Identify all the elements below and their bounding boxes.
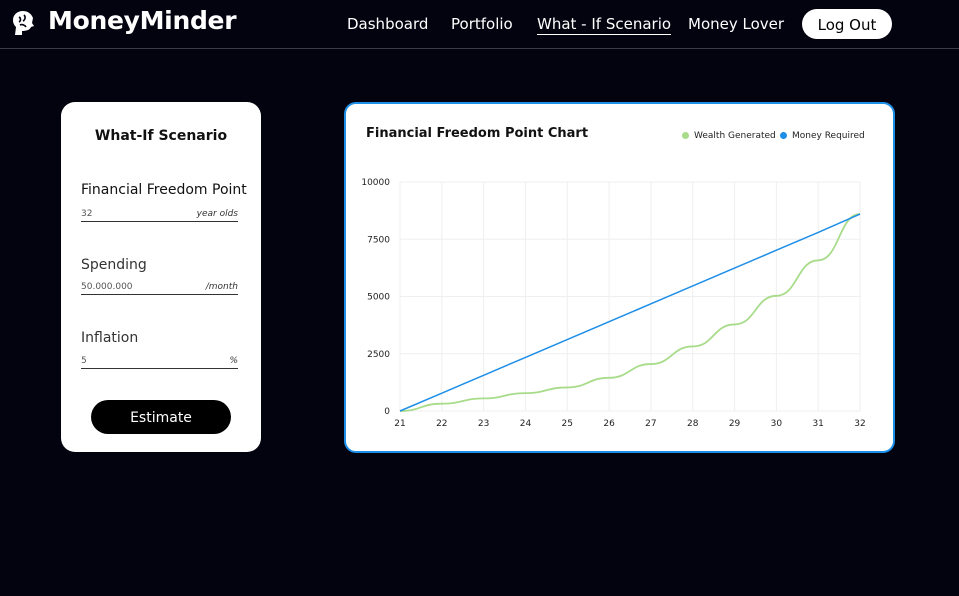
x-tick-label: 31 [812, 419, 823, 429]
nav-what-if-scenario[interactable]: What - If Scenario [537, 15, 672, 35]
nav-portfolio[interactable]: Portfolio [451, 15, 513, 33]
x-tick-label: 32 [854, 419, 865, 429]
spending-field[interactable]: 50.000.000 /month [81, 282, 238, 295]
card-title: What-If Scenario [94, 128, 228, 144]
estimate-button[interactable]: Estimate [91, 400, 231, 434]
y-tick-label: 5000 [367, 293, 390, 303]
freedom-point-unit: year olds [196, 209, 238, 219]
brand-name[interactable]: MoneyMinder [48, 6, 237, 35]
inflation-label: Inflation [81, 330, 139, 346]
nav-dashboard[interactable]: Dashboard [347, 15, 428, 33]
chart-card: Financial Freedom Point Chart Wealth Gen… [344, 102, 895, 453]
top-navbar: MoneyMinder Dashboard Portfolio What - I… [0, 0, 959, 49]
spending-value[interactable]: 50.000.000 [81, 282, 133, 292]
x-tick-label: 30 [771, 419, 783, 429]
y-tick-label: 7500 [367, 235, 390, 245]
y-tick-label: 2500 [367, 350, 390, 360]
freedom-point-field[interactable]: 32 year olds [81, 209, 238, 222]
brain-logo-icon [13, 11, 34, 35]
logout-button[interactable]: Log Out [802, 9, 892, 39]
series-line-money-required [399, 213, 861, 412]
x-tick-label: 29 [729, 419, 741, 429]
x-tick-label: 24 [520, 419, 532, 429]
what-if-card: What-If Scenario Financial Freedom Point… [61, 102, 261, 452]
freedom-point-value[interactable]: 32 [81, 209, 92, 219]
x-tick-label: 25 [562, 419, 573, 429]
x-tick-label: 22 [436, 419, 447, 429]
y-tick-label: 10000 [361, 178, 390, 188]
spending-unit: /month [205, 282, 238, 292]
line-chart: 21 22 23 24 25 26 27 28 29 30 31 32 0 2500 5000 7500 100… [361, 178, 865, 429]
nav-money-lover[interactable]: Money Lover [688, 15, 784, 33]
spending-label: Spending [81, 257, 147, 273]
x-tick-label: 27 [645, 419, 656, 429]
freedom-point-label: Financial Freedom Point [81, 182, 247, 198]
inflation-field[interactable]: 5 % [81, 356, 238, 369]
x-tick-label: 23 [478, 419, 489, 429]
x-tick-label: 26 [603, 419, 615, 429]
x-tick-label: 28 [687, 419, 699, 429]
inflation-value[interactable]: 5 [81, 356, 87, 366]
y-tick-label: 0 [384, 407, 390, 417]
x-tick-label: 21 [394, 419, 405, 429]
inflation-unit: % [229, 356, 238, 366]
